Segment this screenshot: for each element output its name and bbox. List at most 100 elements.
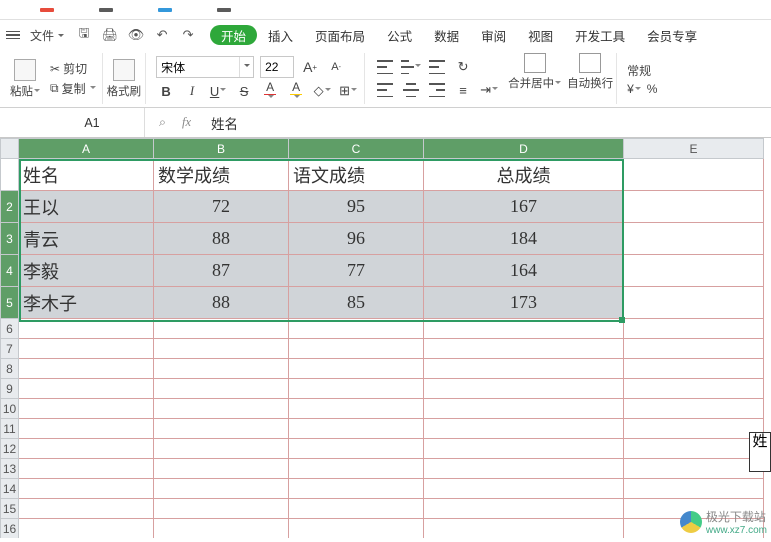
sheet-grid[interactable]: A B C D E 1 姓名 数学成绩 语文成绩 总成绩 2 王以 72 95 …: [0, 138, 764, 538]
row-header[interactable]: 7: [1, 339, 19, 359]
tab-page-layout[interactable]: 页面布局: [304, 20, 376, 50]
tab-member[interactable]: 会员专享: [636, 20, 708, 50]
cell[interactable]: 数学成绩: [154, 159, 289, 191]
tab-review[interactable]: 审阅: [470, 20, 517, 50]
namebox-search-icon[interactable]: ⌕: [159, 115, 166, 130]
font-name-input[interactable]: [157, 57, 239, 77]
cell[interactable]: [424, 379, 624, 399]
wrap-button[interactable]: ⇥: [479, 80, 499, 100]
print-icon[interactable]: 🖨: [100, 25, 120, 45]
underline-button[interactable]: U: [208, 81, 228, 101]
cell[interactable]: [289, 519, 424, 539]
cell[interactable]: [424, 479, 624, 499]
strike-button[interactable]: S: [234, 81, 254, 101]
cell[interactable]: 72: [154, 191, 289, 223]
cell[interactable]: 167: [424, 191, 624, 223]
cell[interactable]: [624, 399, 764, 419]
merge-center-button[interactable]: 合并居中: [505, 53, 564, 104]
cell[interactable]: [289, 399, 424, 419]
cell[interactable]: 95: [289, 191, 424, 223]
align-center-button[interactable]: [401, 80, 421, 100]
fill-color-button[interactable]: ◇: [312, 81, 332, 101]
col-header-B[interactable]: B: [154, 139, 289, 159]
row-header[interactable]: 1: [1, 159, 19, 191]
cell[interactable]: [424, 359, 624, 379]
indent-button[interactable]: ≡: [453, 80, 473, 100]
cell[interactable]: 87: [154, 255, 289, 287]
cell[interactable]: 88: [154, 223, 289, 255]
cell[interactable]: 语文成绩: [289, 159, 424, 191]
cell[interactable]: [19, 519, 154, 539]
cell[interactable]: [289, 319, 424, 339]
align-right-button[interactable]: [427, 80, 447, 100]
cell[interactable]: [624, 287, 764, 319]
highlight-button[interactable]: A: [286, 81, 306, 101]
doc-tab[interactable]: [217, 8, 231, 12]
font-name-select[interactable]: [156, 56, 254, 78]
cell[interactable]: [289, 379, 424, 399]
row-header[interactable]: 12: [1, 439, 19, 459]
format-painter-button[interactable]: 格式刷: [103, 53, 146, 104]
cell[interactable]: [424, 499, 624, 519]
cell[interactable]: [154, 339, 289, 359]
select-all-corner[interactable]: [1, 139, 19, 159]
cell[interactable]: [154, 519, 289, 539]
hamburger-icon[interactable]: [6, 31, 20, 40]
tab-start[interactable]: 开始: [210, 25, 257, 45]
cell[interactable]: [624, 339, 764, 359]
file-menu[interactable]: 文件: [24, 25, 70, 46]
cell[interactable]: [19, 339, 154, 359]
tab-insert[interactable]: 插入: [257, 20, 304, 50]
cell[interactable]: [19, 399, 154, 419]
number-format-label[interactable]: 常规: [627, 62, 651, 79]
cell[interactable]: 青云: [19, 223, 154, 255]
cell[interactable]: [154, 479, 289, 499]
font-shrink-button[interactable]: A-: [326, 57, 346, 77]
row-header[interactable]: 9: [1, 379, 19, 399]
save-icon[interactable]: 🖫: [74, 25, 94, 45]
name-box[interactable]: A1: [0, 108, 145, 137]
row-header[interactable]: 2: [1, 191, 19, 223]
row-header[interactable]: 3: [1, 223, 19, 255]
cell[interactable]: [154, 379, 289, 399]
doc-tab[interactable]: [40, 8, 54, 12]
border-button[interactable]: ⊞: [338, 81, 358, 101]
align-left-button[interactable]: [375, 80, 395, 100]
spreadsheet[interactable]: A B C D E 1 姓名 数学成绩 语文成绩 总成绩 2 王以 72 95 …: [0, 138, 771, 538]
col-header-E[interactable]: E: [624, 139, 764, 159]
cell[interactable]: 173: [424, 287, 624, 319]
cell[interactable]: [424, 399, 624, 419]
orientation-button[interactable]: ↻: [453, 57, 473, 77]
cell[interactable]: 96: [289, 223, 424, 255]
cell[interactable]: 李木子: [19, 287, 154, 319]
cell[interactable]: [289, 499, 424, 519]
cell[interactable]: [424, 419, 624, 439]
cell[interactable]: [154, 419, 289, 439]
auto-wrap-button[interactable]: 自动换行: [564, 53, 616, 104]
cell[interactable]: [19, 479, 154, 499]
cell[interactable]: [19, 459, 154, 479]
align-top-button[interactable]: [375, 57, 395, 77]
formula-input[interactable]: 姓名: [205, 113, 771, 133]
cell[interactable]: [19, 419, 154, 439]
cell[interactable]: [424, 439, 624, 459]
cell[interactable]: 李毅: [19, 255, 154, 287]
font-grow-button[interactable]: A+: [300, 57, 320, 77]
cell[interactable]: [154, 399, 289, 419]
cell[interactable]: [624, 379, 764, 399]
cell[interactable]: [289, 339, 424, 359]
tab-view[interactable]: 视图: [517, 20, 564, 50]
row-header[interactable]: 16: [1, 519, 19, 539]
doc-tab[interactable]: [158, 8, 172, 12]
cell[interactable]: [289, 459, 424, 479]
chevron-down-icon[interactable]: [239, 57, 253, 77]
row-header[interactable]: 6: [1, 319, 19, 339]
font-size-input[interactable]: [261, 57, 293, 77]
row-header[interactable]: 10: [1, 399, 19, 419]
cell[interactable]: [154, 459, 289, 479]
cell[interactable]: [154, 439, 289, 459]
redo-icon[interactable]: ↷: [178, 25, 198, 45]
currency-button[interactable]: ¥: [627, 82, 641, 96]
cell[interactable]: [19, 499, 154, 519]
cell[interactable]: [154, 359, 289, 379]
